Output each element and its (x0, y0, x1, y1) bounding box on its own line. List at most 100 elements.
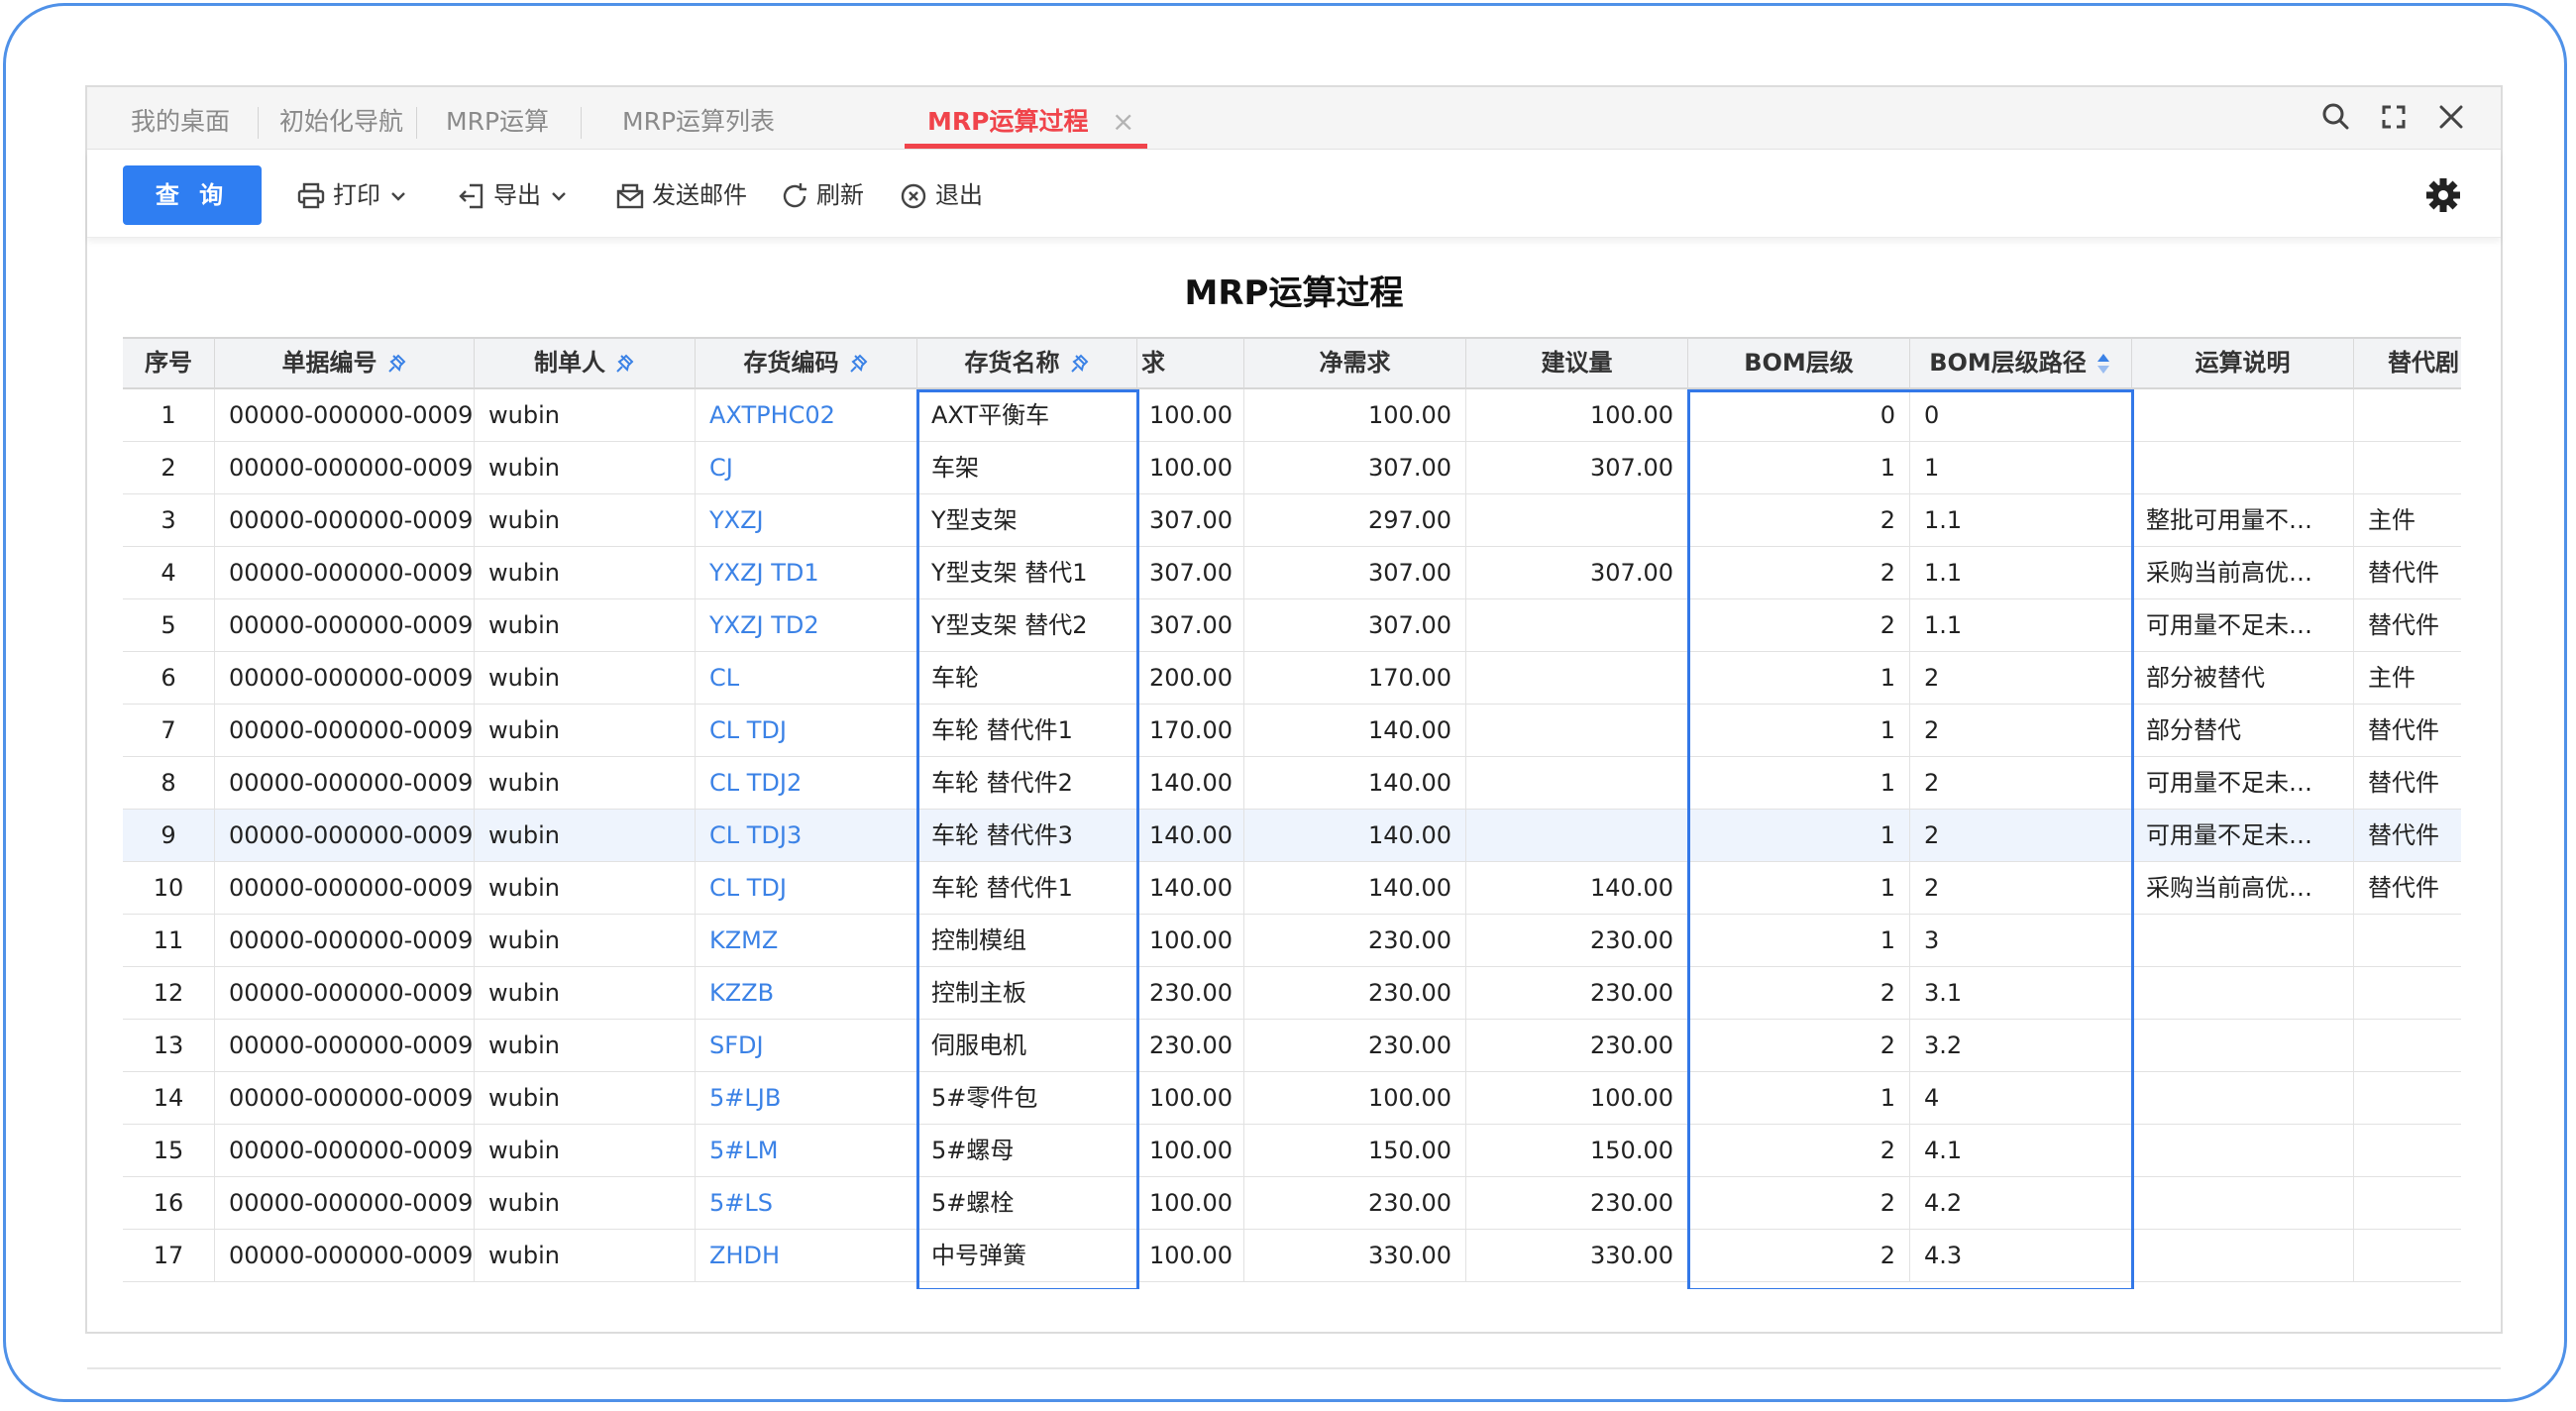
tab-bar: 我的桌面 初始化导航 MRP运算 MRP运算列表 MRP运算过程 × (87, 87, 2501, 150)
refresh-button[interactable]: 刷新 (779, 165, 864, 225)
col-header-gross[interactable]: 求 (1137, 337, 1244, 389)
table-row[interactable]: 7 00000-000000-0009 wubin CL TDJ 车轮 替代件1 170.… (123, 705, 2461, 757)
table-row[interactable]: 15 00000-000000-0009 wubin 5#LM 5#螺母 100.00 15… (123, 1125, 2461, 1177)
col-header-inv-name[interactable]: 存货名称 (917, 337, 1137, 389)
table-row[interactable]: 9 00000-000000-0009 wubin CL TDJ3 车轮 替代件3 140… (123, 810, 2461, 862)
cell-bom-path: 4 (1910, 1072, 2132, 1124)
col-header-suggest[interactable]: 建议量 (1466, 337, 1688, 389)
table-row[interactable]: 10 00000-000000-0009 wubin CL TDJ 车轮 替代件1 140… (123, 862, 2461, 915)
gear-icon[interactable] (2425, 177, 2461, 213)
cell-bom-path: 1 (1910, 442, 2132, 493)
table-row[interactable]: 3 00000-000000-0009 wubin YXZJ Y型支架 307.00 297… (123, 494, 2461, 547)
cell-maker: wubin (475, 705, 696, 756)
cell-bom-path: 1.1 (1910, 547, 2132, 598)
cell-substitute: 主件 (2354, 652, 2461, 704)
cell-note: 采购当前高优… (2132, 547, 2354, 598)
col-header-substitute[interactable]: 替代剧 (2354, 337, 2461, 389)
cell-inv-code[interactable]: 5#LJB (696, 1072, 917, 1124)
cell-suggest (1466, 652, 1688, 704)
cell-bom-path: 2 (1910, 757, 2132, 809)
pin-icon[interactable] (385, 353, 407, 375)
cell-inv-code[interactable]: YXZJ (696, 494, 917, 546)
cell-inv-code[interactable]: KZZB (696, 967, 917, 1019)
col-header-seq[interactable]: 序号 (123, 337, 215, 389)
cell-maker: wubin (475, 389, 696, 441)
cell-gross: 100.00 (1137, 389, 1244, 441)
cell-inv-code[interactable]: CL TDJ (696, 862, 917, 914)
pin-icon[interactable] (613, 353, 635, 375)
cell-substitute: 替代件 (2354, 599, 2461, 651)
cell-bom-path: 4.1 (1910, 1125, 2132, 1176)
table-row[interactable]: 5 00000-000000-0009 wubin YXZJ TD2 Y型支架 替代2 3… (123, 599, 2461, 652)
cell-inv-code[interactable]: 5#LS (696, 1177, 917, 1229)
query-button[interactable]: 查 询 (123, 165, 262, 225)
col-header-doc-no[interactable]: 单据编号 (215, 337, 475, 389)
cell-note: 可用量不足未… (2132, 810, 2354, 861)
cell-seq: 1 (123, 389, 215, 441)
sort-icon[interactable] (2094, 352, 2112, 376)
cell-note: 部分被替代 (2132, 652, 2354, 704)
cell-inv-code[interactable]: ZHDH (696, 1230, 917, 1281)
cell-seq: 12 (123, 967, 215, 1019)
close-icon[interactable] (2431, 97, 2471, 137)
table-row[interactable]: 6 00000-000000-0009 wubin CL 车轮 200.00 170.00 1… (123, 652, 2461, 705)
table-row[interactable]: 4 00000-000000-0009 wubin YXZJ TD1 Y型支架 替代1 3… (123, 547, 2461, 599)
cell-gross: 170.00 (1137, 705, 1244, 756)
tab-desktop[interactable]: 我的桌面 (131, 87, 230, 149)
col-header-inv-code[interactable]: 存货编码 (696, 337, 917, 389)
col-header-maker[interactable]: 制单人 (475, 337, 696, 389)
table-row[interactable]: 16 00000-000000-0009 wubin 5#LS 5#螺栓 100.00 23… (123, 1177, 2461, 1230)
col-header-bom-level[interactable]: BOM层级 (1688, 337, 1910, 389)
cell-inv-code[interactable]: YXZJ TD2 (696, 599, 917, 651)
cell-net: 307.00 (1244, 442, 1466, 493)
search-icon[interactable] (2316, 97, 2356, 137)
cell-gross: 307.00 (1137, 494, 1244, 546)
cell-inv-code[interactable]: KZMZ (696, 915, 917, 966)
cell-note: 可用量不足未… (2132, 599, 2354, 651)
col-header-net[interactable]: 净需求 (1244, 337, 1466, 389)
cell-inv-code[interactable]: 5#LM (696, 1125, 917, 1176)
exit-button[interactable]: 退出 (898, 165, 983, 225)
cell-gross: 230.00 (1137, 1020, 1244, 1071)
export-button[interactable]: 导出 (456, 165, 575, 225)
table-row[interactable]: 14 00000-000000-0009 wubin 5#LJB 5#零件包 100.00… (123, 1072, 2461, 1125)
tab-mrp-list[interactable]: MRP运算列表 (622, 87, 775, 149)
cell-inv-code[interactable]: CL TDJ2 (696, 757, 917, 809)
cell-suggest (1466, 810, 1688, 861)
fullscreen-icon[interactable] (2374, 97, 2414, 137)
send-email-button[interactable]: 发送邮件 (614, 165, 747, 225)
cell-substitute (2354, 1020, 2461, 1071)
cell-inv-code[interactable]: CL TDJ3 (696, 810, 917, 861)
cell-inv-code[interactable]: AXTPHC02 (696, 389, 917, 441)
cell-doc-no: 00000-000000-0009 (215, 494, 475, 546)
table-row[interactable]: 1 00000-000000-0009 wubin AXTPHC02 AXT平衡车 100… (123, 389, 2461, 442)
table-row[interactable]: 12 00000-000000-0009 wubin KZZB 控制主板 230.00 23… (123, 967, 2461, 1020)
cell-seq: 7 (123, 705, 215, 756)
print-button[interactable]: 打印 (295, 165, 414, 225)
cell-inv-name: 中号弹簧 (917, 1230, 1137, 1281)
col-header-bom-path[interactable]: BOM层级路径 (1910, 337, 2132, 389)
table-row[interactable]: 17 00000-000000-0009 wubin ZHDH 中号弹簧 100.00 33… (123, 1230, 2461, 1282)
cell-bom-level: 1 (1688, 757, 1910, 809)
cell-inv-code[interactable]: CJ (696, 442, 917, 493)
pin-icon[interactable] (1068, 353, 1090, 375)
table-row[interactable]: 2 00000-000000-0009 wubin CJ 车架 100.00 307.00 3… (123, 442, 2461, 494)
cell-inv-code[interactable]: SFDJ (696, 1020, 917, 1071)
tab-init-nav[interactable]: 初始化导航 (279, 87, 403, 149)
table-row[interactable]: 8 00000-000000-0009 wubin CL TDJ2 车轮 替代件2 140… (123, 757, 2461, 810)
tab-mrp[interactable]: MRP运算 (446, 87, 549, 149)
table-row[interactable]: 13 00000-000000-0009 wubin SFDJ 伺服电机 230.00 23… (123, 1020, 2461, 1072)
cell-maker: wubin (475, 967, 696, 1019)
tab-mrp-process[interactable]: MRP运算过程 (927, 87, 1088, 149)
cell-note (2132, 967, 2354, 1019)
cell-net: 140.00 (1244, 705, 1466, 756)
cell-substitute: 替代件 (2354, 810, 2461, 861)
cell-seq: 6 (123, 652, 215, 704)
col-header-note[interactable]: 运算说明 (2132, 337, 2354, 389)
table-row[interactable]: 11 00000-000000-0009 wubin KZMZ 控制模组 100.00 23… (123, 915, 2461, 967)
pin-icon[interactable] (847, 353, 869, 375)
cell-maker: wubin (475, 1072, 696, 1124)
cell-inv-code[interactable]: CL (696, 652, 917, 704)
cell-inv-code[interactable]: YXZJ TD1 (696, 547, 917, 598)
cell-inv-code[interactable]: CL TDJ (696, 705, 917, 756)
